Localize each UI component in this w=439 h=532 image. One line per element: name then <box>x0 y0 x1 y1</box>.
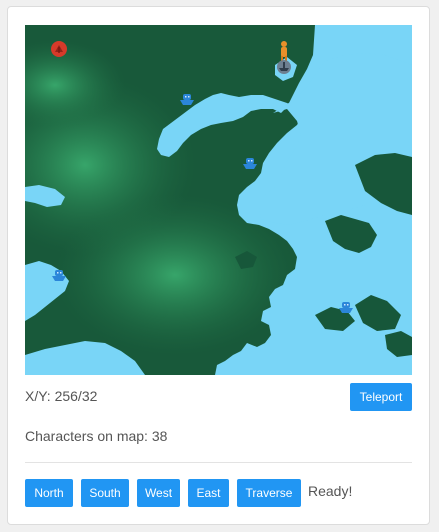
player-red-marker-icon[interactable] <box>51 41 67 57</box>
south-button[interactable]: South <box>81 479 129 507</box>
characters-count: Characters on map: 38 <box>25 428 168 444</box>
map-terrain <box>25 25 412 375</box>
teleport-button[interactable]: Teleport <box>350 383 412 411</box>
blue-ship-icon[interactable] <box>241 155 259 171</box>
movement-controls: North South West East Traverse Ready! <box>25 479 352 507</box>
east-button[interactable]: East <box>188 479 229 507</box>
blue-ship-icon[interactable] <box>337 299 355 315</box>
grey-ship-icon[interactable] <box>276 60 292 74</box>
coordinates-readout: X/Y: 256/32 <box>25 388 98 404</box>
blue-ship-icon[interactable] <box>178 91 196 107</box>
west-button[interactable]: West <box>137 479 180 507</box>
north-button[interactable]: North <box>25 479 73 507</box>
status-text: Ready! <box>308 483 353 499</box>
blue-ship-icon[interactable] <box>50 267 68 283</box>
traverse-button[interactable]: Traverse <box>237 479 301 507</box>
divider <box>25 462 412 463</box>
world-map[interactable] <box>25 25 412 375</box>
map-panel: X/Y: 256/32 Teleport Characters on map: … <box>7 6 430 525</box>
